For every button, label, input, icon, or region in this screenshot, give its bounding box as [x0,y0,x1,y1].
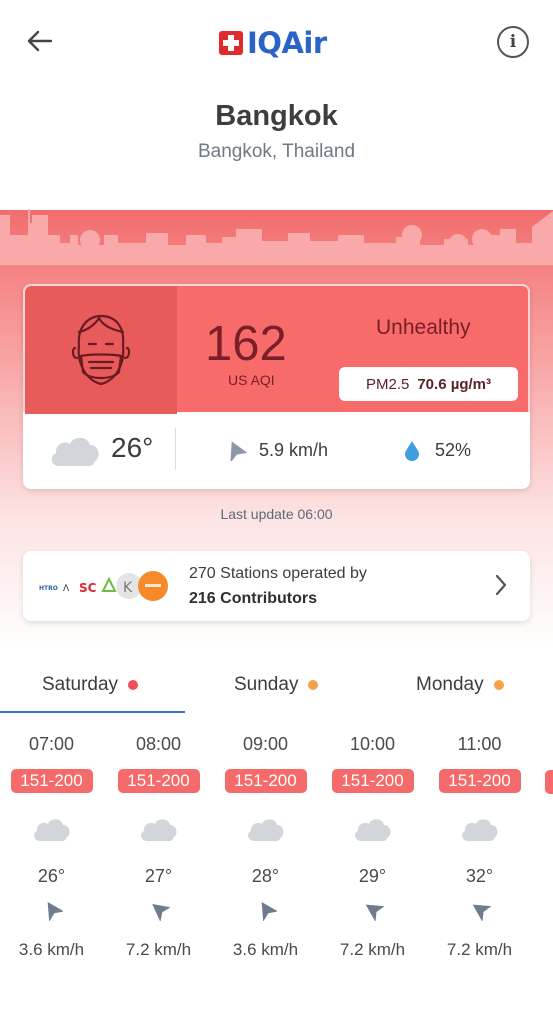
aqi-status: Unhealthy [376,316,471,339]
hour-time: 10:00 [349,734,396,754]
svg-text:K: K [123,580,133,596]
svg-text:HTRO: HTRO [39,585,58,592]
next-hour-badge-edge [545,770,553,794]
cloud-icon [247,819,284,841]
city-region: Bangkok, Thailand [197,141,356,162]
aqi-banner: 162 US AQI Unhealthy PM2.5 70.6 µg/m³ [23,284,530,414]
cloud-icon [140,819,177,841]
forecast-day-tabs: Saturday Sunday Monday [0,660,553,715]
weather-row: 26° 5.9 km/h 52% [23,412,530,489]
info-button[interactable]: i [497,26,529,58]
hour-wind-speed: 7.2 km/h [125,940,192,959]
chevron-right-icon [495,574,507,596]
hour-column[interactable]: 09:00 151-200 28° 3.6 km/h [212,728,319,960]
tab-label: Monday [416,674,484,695]
pollutant-name: PM2.5 [365,375,410,393]
tab-label: Sunday [234,674,299,695]
aqi-value: 162 [205,317,287,371]
cloud-icon [354,819,391,841]
cloud-icon [33,819,70,841]
main-pollutant-badge: PM2.5 70.6 µg/m³ [339,367,518,401]
hour-time: 11:00 [457,734,502,754]
hour-wind-speed: 3.6 km/h [18,940,85,959]
pollutant-value: 70.6 µg/m³ [417,375,492,393]
tab-sunday[interactable]: Sunday [234,674,319,696]
top-bar: IQAir i [0,0,553,90]
face-mask-box [25,286,177,414]
hour-wind-speed: 3.6 km/h [232,940,299,959]
info-icon: i [509,32,517,52]
aqi-dot-icon [308,680,319,690]
aqi-card[interactable]: 162 US AQI Unhealthy PM2.5 70.6 µg/m³ 26… [23,284,530,489]
last-update: Last update 06:00 [220,506,333,522]
hour-column[interactable]: 11:00 151-200 32° 7.2 km/h [426,728,533,960]
hour-aqi-badge: 151-200 [331,769,414,793]
weather-humidity: 52% [435,440,472,460]
hour-time: 07:00 [28,734,75,754]
hour-temperature: 29° [358,866,387,886]
weather-divider [175,428,176,470]
hour-temperature: 28° [251,866,280,886]
iqair-logo: IQAir [219,26,327,60]
hour-column[interactable]: 10:00 151-200 29° 7.2 km/h [319,728,426,960]
logo-text: IQAir [247,26,327,60]
hour-wind-speed: 7.2 km/h [446,940,513,959]
hour-temperature: 27° [144,866,173,886]
hour-time: 08:00 [135,734,182,754]
hour-temperature: 32° [465,866,494,886]
hour-aqi-badge: 151-200 [117,769,200,793]
aqi-dot-icon [128,680,139,690]
cloud-icon [51,437,99,466]
humidity-drop-icon [405,441,419,461]
contributor-logos: HTRO ᐱ SC K [39,571,168,601]
wind-direction-icon [151,904,171,922]
tab-monday[interactable]: Monday [416,674,504,696]
hour-column[interactable]: 08:00 151-200 27° 7.2 km/h [105,728,212,960]
wind-direction-icon [472,904,491,922]
aqi-dot-icon [493,680,504,690]
hour-temperature: 26° [37,866,66,886]
hour-aqi-badge: 151-200 [224,769,307,793]
swiss-cross-icon [219,31,243,55]
weather-wind: 5.9 km/h [259,440,329,460]
wind-direction-icon [47,902,64,922]
aqi-unit: US AQI [228,372,275,388]
face-mask-icon [71,314,131,386]
arrow-left-icon [27,30,52,52]
wind-direction-icon [365,904,384,922]
wind-direction-icon [230,441,247,461]
tab-label: Saturday [42,674,119,695]
hour-wind-speed: 7.2 km/h [339,940,406,959]
hourly-forecast: 07:00 151-200 26° 3.6 km/h 08:00 151-200… [0,728,553,978]
back-button[interactable] [22,24,56,58]
hour-aqi-badge: 151-200 [10,769,93,793]
svg-text:ᐱ: ᐱ [63,584,70,594]
tab-saturday[interactable]: Saturday [42,674,139,696]
weather-temperature: 26° [111,432,154,463]
hour-column[interactable]: 07:00 151-200 26° 3.6 km/h [0,728,105,960]
stations-card[interactable]: HTRO ᐱ SC K 270 Stations operated by 216… [23,551,530,621]
city-skyline [0,209,553,265]
city-name: Bangkok [215,100,338,132]
svg-text:SC: SC [79,581,97,595]
hour-time: 09:00 [242,734,289,754]
contributors-count: 216 Contributors [189,590,318,607]
active-tab-indicator [0,711,185,713]
cloud-icon [461,819,498,841]
stations-count: 270 Stations operated by [189,565,367,582]
wind-direction-icon [261,902,278,922]
location-header: Bangkok Bangkok, Thailand [0,100,553,163]
hour-aqi-badge: 151-200 [438,769,521,793]
